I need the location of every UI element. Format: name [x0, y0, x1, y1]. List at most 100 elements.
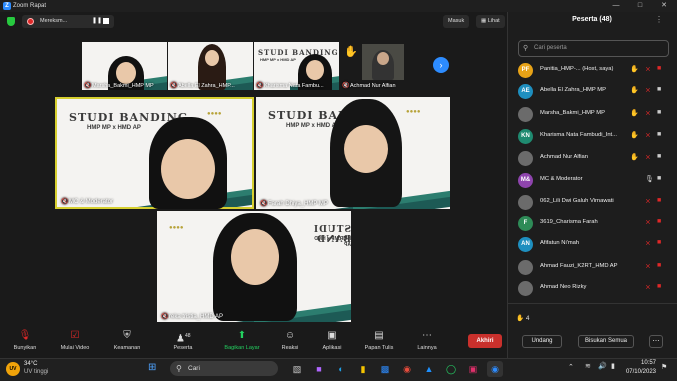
view-button[interactable]: ▦ Lihat: [476, 15, 505, 28]
video-tile[interactable]: STUDI BANDING HMP MP x HMD AP ●●●● 🔇MC &…: [55, 97, 254, 209]
mic-muted-icon[interactable]: ⨯: [645, 283, 651, 291]
thumbnail-video[interactable]: STUDI BANDING HMP MP x HMD AP 🔇Kharisma …: [254, 42, 339, 90]
panel-more-button[interactable]: ⋯: [649, 335, 663, 348]
mute-all-button[interactable]: Bisukan Semua: [578, 335, 634, 348]
mic-muted-icon[interactable]: ⨯: [645, 197, 651, 205]
encryption-shield-icon[interactable]: [7, 17, 15, 26]
video-on-icon[interactable]: ■: [657, 153, 661, 160]
start-video-button[interactable]: ☑ Mulai Video: [50, 330, 100, 356]
participant-row[interactable]: KN Kharisma Nata Fambudi_Int... ✋ ⨯ ■: [512, 126, 672, 146]
chrome-icon[interactable]: ◉: [399, 361, 415, 377]
video-tile[interactable]: STUDI BANDING HMP MP x HMD AP ●●●● 🔇Fara…: [256, 97, 450, 209]
weather-desc[interactable]: UV tinggi: [24, 369, 48, 375]
avatar: [518, 281, 533, 296]
video-off-icon[interactable]: ■: [657, 218, 661, 225]
whiteboard-button[interactable]: ▤ Papan Tulis: [354, 330, 404, 356]
avatar: AE: [518, 84, 533, 99]
participant-name: Abella El Zahra_HMP MP: [540, 87, 606, 93]
stop-recording-button[interactable]: [103, 18, 109, 24]
taskbar-search-input[interactable]: ⚲ Cari: [170, 361, 278, 376]
thumbnail-video[interactable]: ✋ 🔇Achmad Nur Alfian: [340, 42, 425, 90]
edge-icon[interactable]: ◐: [333, 361, 349, 377]
store-icon[interactable]: ▩: [377, 361, 393, 377]
invite-button[interactable]: Undang: [522, 335, 562, 348]
panel-options-icon[interactable]: ⋮: [655, 15, 663, 24]
participant-name: MC & Moderator: [540, 176, 583, 182]
video-on-icon[interactable]: ■: [657, 109, 661, 116]
pause-recording-button[interactable]: ❚❚: [92, 18, 102, 25]
maximize-button[interactable]: □: [629, 0, 651, 12]
mic-muted-icon[interactable]: ⨯: [645, 131, 651, 139]
speaker-icon[interactable]: 🔊: [598, 362, 607, 370]
participant-row[interactable]: 062_Lili Dwi Galuh Virnawati ⨯ ■: [512, 192, 672, 212]
task-view-icon[interactable]: ▧: [289, 361, 305, 377]
participant-row[interactable]: Ahmad Neo Rizky ⨯ ■: [512, 278, 672, 298]
participant-row[interactable]: Achmad Nur Alfian ✋ ⨯ ■: [512, 148, 672, 168]
zoom-taskbar-icon[interactable]: ◉: [487, 361, 503, 377]
mic-muted-icon[interactable]: ⨯: [645, 218, 651, 226]
share-screen-icon: ⬆: [237, 330, 247, 341]
participant-row[interactable]: PF Panitia_HMP-... (Host, saya) ✋ ⨯ ■: [512, 60, 672, 80]
wifi-icon[interactable]: ≋: [585, 362, 591, 370]
video-tile[interactable]: STUDI BAND HMP MP x HMD AP ●●●● 🔇reka tr…: [157, 211, 351, 322]
security-button[interactable]: ⛨ Keamanan: [102, 330, 152, 356]
video-on-icon[interactable]: ■: [657, 175, 661, 182]
participant-row[interactable]: Marsha_Bakmi_HMP MP ✋ ⨯ ■: [512, 104, 672, 124]
close-window-button[interactable]: ✕: [653, 0, 675, 12]
participant-row[interactable]: M& MC & Moderator 🎙 ■: [512, 170, 672, 190]
whatsapp-icon[interactable]: ◯: [443, 361, 459, 377]
minimize-button[interactable]: —: [605, 0, 627, 12]
participant-row[interactable]: F 3619_Charisma Farah ⨯ ■: [512, 213, 672, 233]
clock-date[interactable]: 07/10/2023: [618, 369, 656, 375]
teams-icon[interactable]: ■: [311, 361, 327, 377]
video-off-icon[interactable]: ■: [657, 283, 661, 290]
windows-start-icon[interactable]: ⊞: [148, 361, 162, 375]
video-off-icon[interactable]: ■: [657, 262, 661, 269]
avatar: AN: [518, 237, 533, 252]
more-button[interactable]: ⋯ Lainnya: [402, 330, 452, 356]
raised-hand-icon: ✋: [630, 66, 639, 73]
next-page-button[interactable]: ›: [433, 57, 449, 73]
video-on-icon[interactable]: ■: [657, 86, 661, 93]
notifications-icon[interactable]: ⚑: [661, 363, 667, 371]
video-off-icon[interactable]: ■: [657, 239, 661, 246]
raised-hand-icon: ✋: [630, 110, 639, 117]
avatar: [518, 195, 533, 210]
more-icon: ⋯: [422, 330, 432, 341]
clock-time[interactable]: 10:57: [630, 360, 656, 366]
whiteboard-icon: ▤: [374, 330, 384, 341]
video-off-icon[interactable]: ■: [657, 197, 661, 204]
mic-muted-icon[interactable]: ⨯: [645, 262, 651, 270]
participant-row[interactable]: AE Abella El Zahra_HMP MP ✋ ⨯ ■: [512, 81, 672, 101]
participant-search-input[interactable]: ⚲ Cari peserta: [518, 40, 669, 57]
battery-icon[interactable]: ▮: [611, 362, 615, 370]
participant-row[interactable]: AN Afifatun Ni'mah ⨯ ■: [512, 234, 672, 254]
slide-subtitle: HMP MP x HMD AP: [260, 57, 296, 62]
thumbnail-video[interactable]: 🔇Abella El Zahra_HMP...: [168, 42, 253, 90]
mic-muted-icon[interactable]: ⨯: [645, 239, 651, 247]
weather-icon[interactable]: UV: [6, 362, 20, 376]
weather-temp[interactable]: 34°C: [24, 361, 37, 367]
unmute-button[interactable]: 🎙 Bunyikan: [0, 330, 50, 356]
thumbnail-video[interactable]: 🔇Marsha_Bakmi_HMP MP: [82, 42, 167, 90]
mic-on-icon[interactable]: 🎙: [645, 175, 654, 183]
mic-muted-icon[interactable]: ⨯: [645, 65, 651, 73]
end-meeting-button[interactable]: Akhiri: [468, 334, 502, 348]
app-icon[interactable]: ▲: [421, 361, 437, 377]
recording-control[interactable]: Mereksm... ❚❚: [22, 15, 114, 28]
apps-button[interactable]: ▣ Aplikasi: [307, 330, 357, 356]
mic-muted-icon[interactable]: ⨯: [645, 109, 651, 117]
mic-muted-icon[interactable]: ⨯: [645, 153, 651, 161]
share-screen-button[interactable]: ⬆ Bagikan Layar: [217, 330, 267, 356]
thumbnail-name: 🔇Achmad Nur Alfian: [342, 83, 396, 89]
participants-button[interactable]: ♟48 Peserta: [158, 330, 208, 356]
file-explorer-icon[interactable]: ▮: [355, 361, 371, 377]
participant-name: 3619_Charisma Farah: [540, 219, 598, 225]
tray-chevron-icon[interactable]: ⌃: [568, 363, 574, 371]
video-off-icon[interactable]: ■: [657, 65, 661, 72]
enter-button[interactable]: Masuk: [443, 15, 470, 28]
mic-muted-icon[interactable]: ⨯: [645, 86, 651, 94]
instagram-icon[interactable]: ▣: [465, 361, 481, 377]
participant-row[interactable]: Ahmad Fauzi_K2RT_HMD AP ⨯ ■: [512, 257, 672, 277]
video-on-icon[interactable]: ■: [657, 131, 661, 138]
